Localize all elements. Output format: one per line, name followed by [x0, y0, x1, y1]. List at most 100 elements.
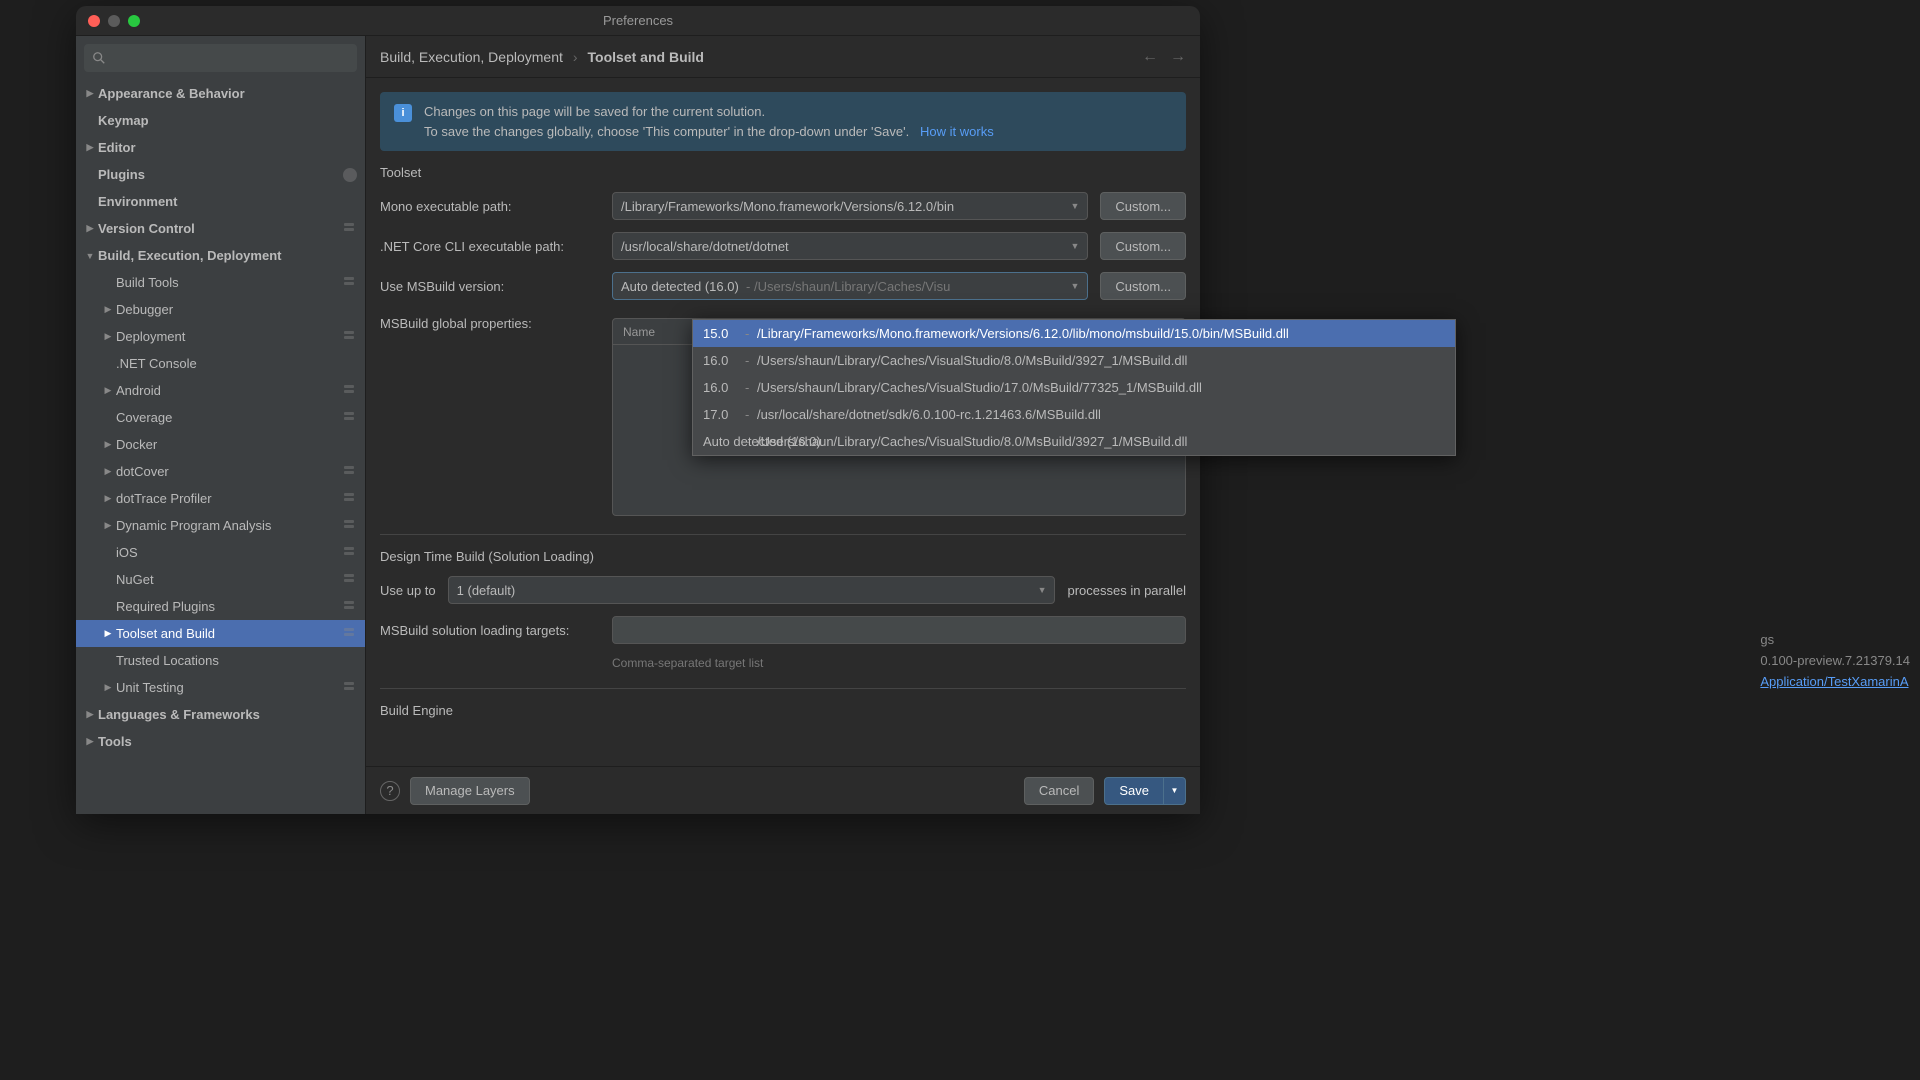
use-up-to-label: Use up to [380, 583, 436, 598]
chevron-icon: ▶ [100, 385, 116, 396]
msbuild-label: Use MSBuild version: [380, 279, 600, 294]
info-banner: i Changes on this page will be saved for… [380, 92, 1186, 151]
manage-layers-button[interactable]: Manage Layers [410, 777, 530, 805]
msbuild-custom-button[interactable]: Custom... [1100, 272, 1186, 300]
layers-icon [343, 681, 357, 695]
sidebar-item-docker[interactable]: ▶Docker [76, 431, 365, 458]
chevron-down-icon: ▼ [1070, 241, 1079, 251]
maximize-icon[interactable] [128, 15, 140, 27]
info-icon: i [394, 104, 412, 122]
solution-targets-label: MSBuild solution loading targets: [380, 623, 600, 638]
sidebar-item-plugins[interactable]: Plugins [76, 161, 365, 188]
sidebar-item-unit-testing[interactable]: ▶Unit Testing [76, 674, 365, 701]
save-dropdown-button[interactable]: ▼ [1164, 777, 1186, 805]
layers-icon [343, 222, 357, 236]
sidebar-item-trusted-locations[interactable]: Trusted Locations [76, 647, 365, 674]
dotnet-label: .NET Core CLI executable path: [380, 239, 600, 254]
msbuild-option[interactable]: 15.0- /Library/Frameworks/Mono.framework… [693, 320, 1455, 347]
chevron-icon: ▶ [100, 493, 116, 504]
msbuild-option[interactable]: 16.0- /Users/shaun/Library/Caches/Visual… [693, 374, 1455, 401]
window-title: Preferences [603, 13, 673, 28]
sidebar-item-dottrace-profiler[interactable]: ▶dotTrace Profiler [76, 485, 365, 512]
targets-hint: Comma-separated target list [612, 656, 1186, 670]
sidebar-item-label: Plugins [98, 167, 343, 182]
sidebar-item-label: Appearance & Behavior [98, 86, 357, 101]
section-toolset: Toolset [380, 165, 1186, 180]
sidebar-item-keymap[interactable]: Keymap [76, 107, 365, 134]
sidebar-item-build-tools[interactable]: Build Tools [76, 269, 365, 296]
sidebar-item-label: Tools [98, 734, 357, 749]
sidebar-item-toolset-and-build[interactable]: ▶Toolset and Build [76, 620, 365, 647]
chevron-down-icon: ▼ [1070, 201, 1079, 211]
solution-targets-input[interactable] [612, 616, 1186, 644]
sidebar-item-label: iOS [116, 545, 343, 560]
sidebar-item--net-console[interactable]: .NET Console [76, 350, 365, 377]
close-icon[interactable] [88, 15, 100, 27]
section-design: Design Time Build (Solution Loading) [380, 549, 1186, 564]
layers-icon [343, 492, 357, 506]
sidebar-item-required-plugins[interactable]: Required Plugins [76, 593, 365, 620]
sidebar-item-nuget[interactable]: NuGet [76, 566, 365, 593]
search-icon [92, 51, 106, 65]
dotnet-path-combo[interactable]: /usr/local/share/dotnet/dotnet ▼ [612, 232, 1088, 260]
back-icon[interactable]: ← [1142, 48, 1158, 66]
save-button[interactable]: Save [1104, 777, 1164, 805]
layers-icon [343, 573, 357, 587]
sidebar-item-environment[interactable]: Environment [76, 188, 365, 215]
sidebar-item-ios[interactable]: iOS [76, 539, 365, 566]
sidebar-item-label: Build Tools [116, 275, 343, 290]
sidebar-item-dynamic-program-analysis[interactable]: ▶Dynamic Program Analysis [76, 512, 365, 539]
chevron-icon: ▶ [100, 520, 116, 531]
sidebar-item-tools[interactable]: ▶Tools [76, 728, 365, 755]
layers-icon [343, 627, 357, 641]
search-input[interactable] [84, 44, 357, 72]
sidebar-item-languages-frameworks[interactable]: ▶Languages & Frameworks [76, 701, 365, 728]
forward-icon[interactable]: → [1170, 48, 1186, 66]
chevron-icon: ▶ [100, 682, 116, 693]
chevron-icon: ▶ [82, 142, 98, 153]
sidebar-item-build-execution-deployment[interactable]: ▼Build, Execution, Deployment [76, 242, 365, 269]
chevron-icon: ▶ [100, 439, 116, 450]
sidebar-item-editor[interactable]: ▶Editor [76, 134, 365, 161]
mono-custom-button[interactable]: Custom... [1100, 192, 1186, 220]
sidebar-item-label: Editor [98, 140, 357, 155]
sidebar-item-label: dotTrace Profiler [116, 491, 343, 506]
separator [380, 688, 1186, 689]
minimize-icon[interactable] [108, 15, 120, 27]
dialog-footer: ? Manage Layers Cancel Save ▼ [366, 766, 1200, 814]
sidebar-item-coverage[interactable]: Coverage [76, 404, 365, 431]
dotnet-custom-button[interactable]: Custom... [1100, 232, 1186, 260]
cancel-button[interactable]: Cancel [1024, 777, 1094, 805]
parallel-processes-combo[interactable]: 1 (default) ▼ [448, 576, 1056, 604]
layers-icon [343, 546, 357, 560]
layers-icon [343, 384, 357, 398]
sidebar-item-appearance-behavior[interactable]: ▶Appearance & Behavior [76, 80, 365, 107]
msbuild-dropdown-list: 15.0- /Library/Frameworks/Mono.framework… [692, 319, 1456, 456]
sidebar-item-label: Dynamic Program Analysis [116, 518, 343, 533]
layers-icon [343, 519, 357, 533]
msbuild-option[interactable]: Auto detected (16.0)- /Users/shaun/Libra… [693, 428, 1455, 455]
msbuild-option[interactable]: 17.0- /usr/local/share/dotnet/sdk/6.0.10… [693, 401, 1455, 428]
sidebar-item-label: Required Plugins [116, 599, 343, 614]
chevron-icon: ▶ [82, 736, 98, 747]
background-link[interactable]: Application/TestXamarinA [1760, 674, 1908, 689]
how-it-works-link[interactable]: How it works [920, 124, 994, 139]
sidebar-item-version-control[interactable]: ▶Version Control [76, 215, 365, 242]
layers-icon [343, 411, 357, 425]
breadcrumb-parent[interactable]: Build, Execution, Deployment [380, 49, 563, 65]
sidebar-item-label: dotCover [116, 464, 343, 479]
msbuild-option[interactable]: 16.0- /Users/shaun/Library/Caches/Visual… [693, 347, 1455, 374]
separator [380, 534, 1186, 535]
help-button[interactable]: ? [380, 781, 400, 801]
chevron-down-icon: ▼ [1070, 281, 1079, 291]
sidebar-item-label: Toolset and Build [116, 626, 343, 641]
mono-path-combo[interactable]: /Library/Frameworks/Mono.framework/Versi… [612, 192, 1088, 220]
sidebar-item-deployment[interactable]: ▶Deployment [76, 323, 365, 350]
chevron-icon: ▼ [82, 251, 98, 261]
sidebar-item-label: Version Control [98, 221, 343, 236]
sidebar-item-android[interactable]: ▶Android [76, 377, 365, 404]
msbuild-version-combo[interactable]: Auto detected (16.0) - /Users/shaun/Libr… [612, 272, 1088, 300]
sidebar-item-label: Keymap [98, 113, 357, 128]
sidebar-item-debugger[interactable]: ▶Debugger [76, 296, 365, 323]
sidebar-item-dotcover[interactable]: ▶dotCover [76, 458, 365, 485]
